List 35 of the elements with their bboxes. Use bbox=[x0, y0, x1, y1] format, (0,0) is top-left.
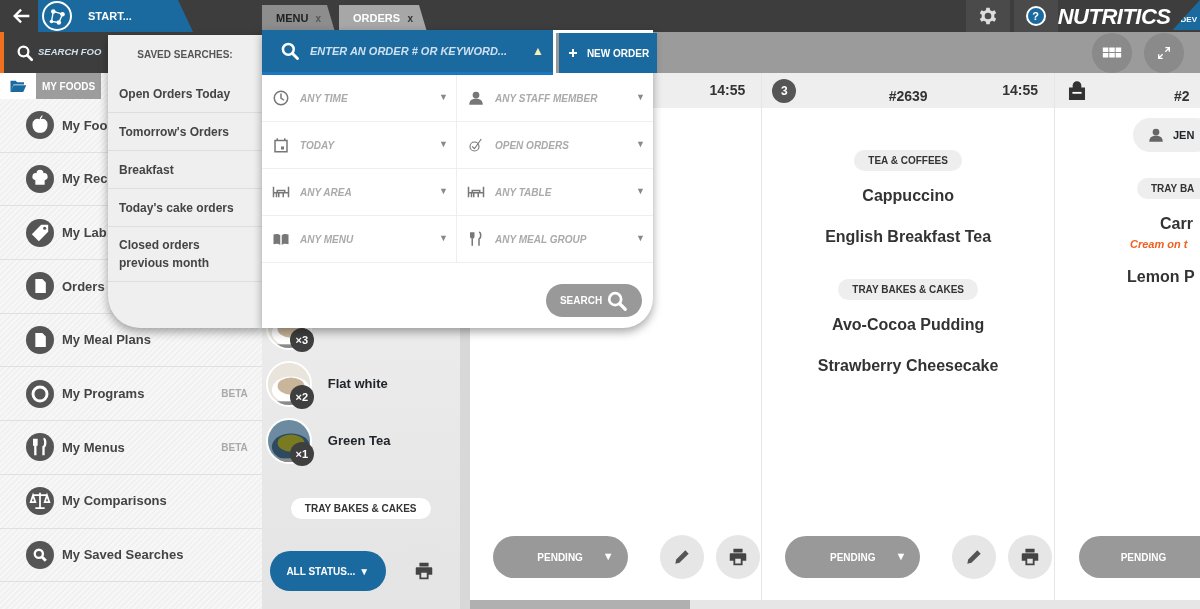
order-number: #2639 bbox=[888, 87, 928, 106]
item-label: My Programs bbox=[62, 385, 145, 404]
tab-label: ORDERS bbox=[353, 11, 401, 27]
panel-title: SAVED SEARCHES: bbox=[136, 48, 234, 62]
start-label: START... bbox=[88, 8, 132, 24]
item-name: Flat white bbox=[327, 374, 388, 393]
tab-label: MENU bbox=[276, 11, 309, 27]
group-label: TRAY BA bbox=[1137, 178, 1200, 199]
group-label: TRAY BAKES & CAKES bbox=[838, 279, 978, 300]
item-label: My Lab bbox=[62, 223, 107, 242]
item-name: English Breakfast Tea bbox=[825, 227, 992, 247]
beta-label: BETA bbox=[221, 387, 248, 402]
item-label: My Comparisons bbox=[62, 492, 167, 511]
group-label: TEA & COFFEES bbox=[854, 150, 962, 171]
item-name: Avo-Cocoa Pudding bbox=[832, 315, 985, 335]
item-label: My Meal Plans bbox=[62, 331, 151, 350]
item-name: Carr bbox=[1160, 214, 1193, 234]
brand-name: NUTRITICS bbox=[1057, 2, 1171, 31]
order-number: #2 bbox=[1174, 87, 1190, 106]
item-label: My Saved Searches bbox=[62, 546, 184, 565]
item-label: My Rec bbox=[62, 170, 108, 189]
order-time: 14:55 bbox=[709, 81, 746, 100]
beta-label: BETA bbox=[221, 440, 248, 455]
table-badge: 3 bbox=[772, 78, 797, 103]
item-label: My Foo bbox=[62, 116, 108, 135]
section-label: TRAY BAKES & CAKES bbox=[290, 498, 431, 519]
item-label: Orders bbox=[62, 277, 105, 296]
item-name: Cappuccino bbox=[862, 186, 954, 206]
order-time: 14:55 bbox=[1002, 81, 1038, 100]
item-name: Lemon P bbox=[1127, 266, 1195, 287]
item-note: Cream on t bbox=[1130, 237, 1188, 252]
item-name: Strawberry Cheesecake bbox=[817, 356, 999, 376]
staff-pill: JEN bbox=[1133, 118, 1200, 152]
item-name: Green Tea bbox=[327, 431, 391, 450]
item-label: My Menus bbox=[62, 438, 125, 457]
